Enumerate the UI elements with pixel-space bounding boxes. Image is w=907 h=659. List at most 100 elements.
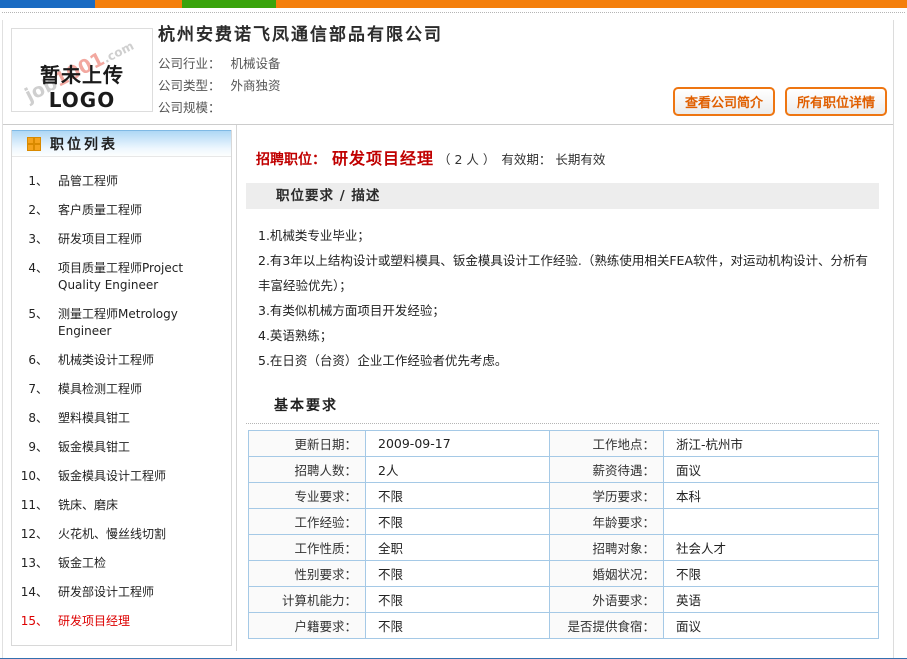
item-number: 1、 — [12, 173, 48, 190]
item-label: 钣金工检 — [48, 555, 106, 572]
item-number: 13、 — [12, 555, 48, 572]
item-label: 客户质量工程师 — [48, 202, 142, 219]
computer-skill-value: 不限 — [366, 587, 550, 613]
topbar-orange-segment-2 — [276, 0, 907, 8]
job-list-item-3[interactable]: 3、研发项目工程师 — [12, 225, 227, 254]
view-company-profile-button[interactable]: 查看公司简介 — [673, 87, 775, 116]
age-label: 年龄要求： — [550, 509, 664, 535]
recruit-position-label: 招聘职位： — [256, 152, 326, 168]
item-label: 机械类设计工程师 — [48, 352, 154, 369]
topbar-orange-segment — [95, 0, 182, 8]
item-label: 项目质量工程师Project Quality Engineer — [48, 260, 227, 294]
top-color-bar — [0, 0, 907, 8]
computer-skill-label: 计算机能力： — [249, 587, 366, 613]
company-type-value: 外商独资 — [231, 78, 281, 93]
salary-value: 面议 — [664, 457, 879, 483]
basic-requirements-title: 基本要求 — [246, 395, 879, 424]
job-list-item-15-selected[interactable]: 15、研发项目经理 — [12, 607, 227, 636]
item-number: 10、 — [12, 468, 48, 485]
description-line: 4.英语熟练； — [258, 323, 879, 348]
job-list-item-13[interactable]: 13、钣金工检 — [12, 549, 227, 578]
work-location-label: 工作地点： — [550, 431, 664, 457]
salary-label: 薪资待遇： — [550, 457, 664, 483]
foreign-language-value: 英语 — [664, 587, 879, 613]
item-number: 4、 — [12, 260, 48, 294]
company-scale-label: 公司规模： — [158, 100, 221, 115]
item-number: 6、 — [12, 352, 48, 369]
education-label: 学历要求： — [550, 483, 664, 509]
item-number: 9、 — [12, 439, 48, 456]
job-list-item-5[interactable]: 5、测量工程师Metrology Engineer — [12, 300, 227, 346]
item-label: 测量工程师Metrology Engineer — [48, 306, 227, 340]
dotted-divider — [2, 8, 905, 13]
gender-value: 不限 — [366, 561, 550, 587]
validity-value: 长期有效 — [555, 152, 605, 167]
table-row: 计算机能力： 不限 外语要求： 英语 — [249, 587, 879, 613]
update-date-value: 2009-09-17 — [366, 431, 550, 457]
headcount-label: 招聘人数： — [249, 457, 366, 483]
job-list-header: 职位列表 — [12, 130, 231, 157]
job-list-title: 职位列表 — [50, 134, 118, 154]
job-list-item-14[interactable]: 14、研发部设计工程师 — [12, 578, 227, 607]
item-label: 研发项目经理 — [48, 613, 130, 630]
job-description-section-title: 职位要求 / 描述 — [246, 183, 879, 209]
job-list-item-1[interactable]: 1、品管工程师 — [12, 167, 227, 196]
item-label: 钣金模具设计工程师 — [48, 468, 166, 485]
gender-label: 性别要求： — [249, 561, 366, 587]
job-list-item-9[interactable]: 9、钣金模具钳工 — [12, 433, 227, 462]
age-value — [664, 509, 879, 535]
company-name: 杭州安费诺飞凤通信部品有限公司 — [158, 20, 893, 45]
education-value: 本科 — [664, 483, 879, 509]
item-number: 3、 — [12, 231, 48, 248]
item-number: 5、 — [12, 306, 48, 340]
job-list-item-11[interactable]: 11、铣床、磨床 — [12, 491, 227, 520]
foreign-language-label: 外语要求： — [550, 587, 664, 613]
table-row: 工作经验： 不限 年龄要求： — [249, 509, 879, 535]
all-jobs-detail-button[interactable]: 所有职位详情 — [785, 87, 887, 116]
item-number: 14、 — [12, 584, 48, 601]
job-type-value: 全职 — [366, 535, 550, 561]
job-list-item-7[interactable]: 7、模具检测工程师 — [12, 375, 227, 404]
experience-value: 不限 — [366, 509, 550, 535]
experience-label: 工作经验： — [249, 509, 366, 535]
item-label: 模具检测工程师 — [48, 381, 142, 398]
table-row: 性别要求： 不限 婚姻状况： 不限 — [249, 561, 879, 587]
company-logo-placeholder: job1001.com 暂未上传LOGO — [11, 28, 153, 112]
page: job1001.com 暂未上传LOGO 杭州安费诺飞凤通信部品有限公司 公司行… — [0, 0, 907, 659]
company-industry-label: 公司行业： — [158, 56, 221, 71]
job-list-item-6[interactable]: 6、机械类设计工程师 — [12, 346, 227, 375]
description-line: 1.机械类专业毕业； — [258, 223, 879, 248]
item-label: 研发项目工程师 — [48, 231, 142, 248]
job-list-item-10[interactable]: 10、钣金模具设计工程师 — [12, 462, 227, 491]
company-industry-value: 机械设备 — [231, 56, 281, 71]
page-frame: job1001.com 暂未上传LOGO 杭州安费诺飞凤通信部品有限公司 公司行… — [2, 20, 894, 658]
job-header-line: 招聘职位：研发项目经理（ 2 人 ）有效期： 长期有效 — [256, 145, 879, 169]
description-line: 2.有3年以上结构设计或塑料模具、钣金模具设计工作经验.（熟练使用相关FEA软件… — [258, 248, 879, 298]
item-label: 品管工程师 — [48, 173, 118, 190]
item-number: 11、 — [12, 497, 48, 514]
job-list-item-8[interactable]: 8、塑料模具钳工 — [12, 404, 227, 433]
headcount-value: 2人 — [366, 457, 550, 483]
table-row: 更新日期： 2009-09-17 工作地点： 浙江-杭州市 — [249, 431, 879, 457]
description-line: 3.有类似机械方面项目开发经验； — [258, 298, 879, 323]
job-detail-panel: 招聘职位：研发项目经理（ 2 人 ）有效期： 长期有效 职位要求 / 描述 1.… — [236, 125, 893, 651]
residency-label: 户籍要求： — [249, 613, 366, 639]
headcount: （ 2 人 ） — [438, 152, 495, 167]
job-list: 1、品管工程师 2、客户质量工程师 3、研发项目工程师 4、项目质量工程师Pro… — [12, 157, 231, 636]
job-list-item-4[interactable]: 4、项目质量工程师Project Quality Engineer — [12, 254, 227, 300]
company-header: job1001.com 暂未上传LOGO 杭州安费诺飞凤通信部品有限公司 公司行… — [3, 20, 893, 125]
item-number: 7、 — [12, 381, 48, 398]
company-industry-row: 公司行业： 机械设备 — [158, 53, 893, 75]
item-label: 研发部设计工程师 — [48, 584, 154, 601]
item-label: 钣金模具钳工 — [48, 439, 130, 456]
major-value: 不限 — [366, 483, 550, 509]
marital-value: 不限 — [664, 561, 879, 587]
content-area: 职位列表 1、品管工程师 2、客户质量工程师 3、研发项目工程师 4、项目质量工… — [3, 125, 893, 651]
residency-value: 不限 — [366, 613, 550, 639]
marital-label: 婚姻状况： — [550, 561, 664, 587]
item-number: 8、 — [12, 410, 48, 427]
job-list-item-2[interactable]: 2、客户质量工程师 — [12, 196, 227, 225]
topbar-green-segment — [182, 0, 276, 8]
item-label: 塑料模具钳工 — [48, 410, 130, 427]
job-list-item-12[interactable]: 12、火花机、慢丝线切割 — [12, 520, 227, 549]
